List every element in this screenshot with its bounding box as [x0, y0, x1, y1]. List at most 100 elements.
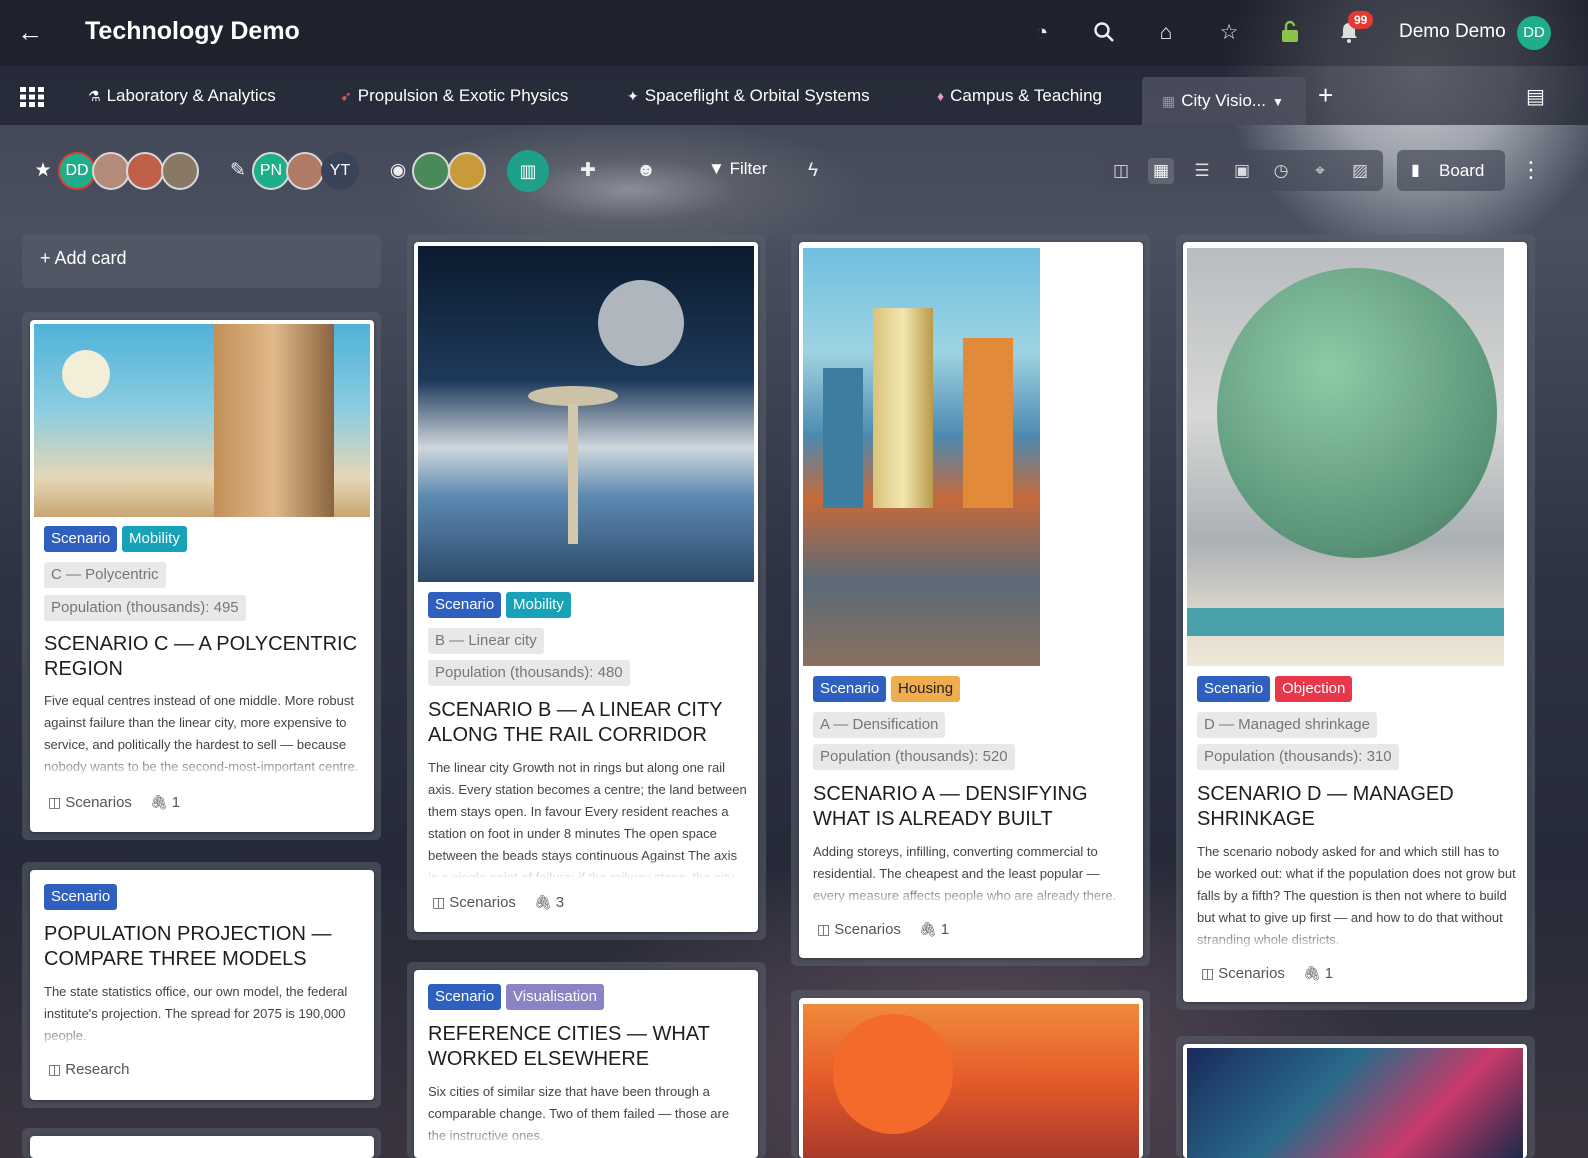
swimlanes-view-icon[interactable]: ◫ [1108, 158, 1134, 184]
list-board-icon: ◫ [817, 921, 831, 937]
admin-avatar-photo[interactable] [161, 152, 199, 190]
paperclip-icon: 🖇 [534, 894, 552, 910]
card-description: The state statistics office, our own mod… [44, 981, 364, 1047]
label-scenario[interactable]: Scenario [813, 676, 887, 702]
card-reference-cities[interactable]: Scenario Visualisation REFERENCE CITIES … [414, 970, 758, 1158]
eye-icon[interactable]: ◉ [385, 158, 411, 184]
card-scenario-d[interactable]: Scenario Objection D — Managed shrinkage… [1183, 242, 1527, 1002]
card-meta: ◫ Scenarios [48, 794, 132, 811]
label-scenario[interactable]: Scenario [44, 526, 118, 552]
filter-icon: ▼ [708, 159, 725, 178]
card-title: REFERENCE CITIES — WHAT WORKED ELSEWHERE [428, 1023, 710, 1070]
tab-spaceflight[interactable]: ✦ Spaceflight & Orbital Systems [627, 66, 870, 125]
list-board-icon: ◫ [432, 894, 446, 910]
attachment-count: 🖇 3 [534, 894, 565, 911]
flask-icon: ⚗ [88, 88, 101, 104]
star-board-icon[interactable]: ★ [30, 158, 56, 184]
custom-field-tag: D — Managed shrinkage [1197, 712, 1377, 738]
back-arrow-icon[interactable]: ← [16, 18, 44, 46]
automation-bolt-icon[interactable]: ϟ [800, 158, 826, 184]
tab-laboratory[interactable]: ⚗ Laboratory & Analytics [88, 66, 276, 125]
card-title: POPULATION PROJECTION — COMPARE THREE MO… [44, 923, 332, 970]
board-view-button[interactable]: ▮ Board [1397, 150, 1505, 191]
label-objection[interactable]: Objection [1275, 676, 1353, 702]
more-options-icon[interactable]: ⋮ [1520, 157, 1542, 183]
label-visualisation[interactable]: Visualisation [506, 984, 604, 1010]
filter-button[interactable]: ▼ Filter [708, 159, 767, 179]
card-partial[interactable] [30, 1136, 374, 1158]
custom-field-tag: Population (thousands): 495 [44, 595, 246, 621]
add-card-button[interactable]: + Add card [40, 248, 127, 269]
label-scenario[interactable]: Scenario [1197, 676, 1271, 702]
add-member-icon[interactable]: ✚ [575, 158, 601, 184]
admin-avatar-photo[interactable] [126, 152, 164, 190]
card-population-projection[interactable]: Scenario POPULATION PROJECTION — COMPARE… [30, 870, 374, 1100]
card-cover-image [1187, 1048, 1523, 1158]
city-icon: ▦ [1162, 93, 1176, 109]
member-avatar-pn[interactable]: PN [252, 152, 290, 190]
member-avatar-yt[interactable]: YT [321, 152, 359, 190]
apps-grid-icon[interactable] [20, 87, 44, 112]
sidebar-toggle-icon[interactable]: ▤ [1526, 84, 1545, 109]
attachment-count: 🖇 1 [919, 921, 950, 938]
label-housing[interactable]: Housing [891, 676, 961, 702]
card-cover-image [803, 248, 1040, 666]
watcher-avatar-photo[interactable] [448, 152, 486, 190]
label-scenario[interactable]: Scenario [44, 884, 118, 910]
map-pin-icon[interactable]: ⌖ [1307, 158, 1333, 184]
card-description: Six cities of similar size that have bee… [428, 1081, 748, 1147]
custom-field-tag: Population (thousands): 520 [813, 744, 1015, 770]
calendar-view-icon[interactable]: ▣ [1229, 158, 1255, 184]
graduation-icon: ♦ [937, 88, 945, 104]
label-mobility[interactable]: Mobility [122, 526, 187, 552]
admin-avatar-photo[interactable] [92, 152, 130, 190]
custom-field-tag: A — Densification [813, 712, 946, 738]
tab-campus[interactable]: ♦ Campus & Teaching [937, 66, 1102, 125]
label-mobility[interactable]: Mobility [506, 592, 571, 618]
gallery-view-icon[interactable]: ▨ [1347, 158, 1373, 184]
list-board-icon: ◫ [48, 794, 62, 810]
search-icon[interactable] [1091, 20, 1117, 46]
paperclip-icon: 🖇 [1303, 965, 1321, 981]
card-description: Five equal centres instead of one middle… [44, 690, 364, 778]
label-scenario[interactable]: Scenario [428, 592, 502, 618]
tab-city-visions[interactable]: ▦ City Visio... ▼ [1142, 77, 1306, 125]
custom-field-tag: B — Linear city [428, 628, 544, 654]
card-description: The linear city Growth not in rings but … [428, 757, 748, 879]
wrench-icon[interactable]: ✎ [225, 158, 251, 184]
star-icon[interactable]: ☆ [1216, 20, 1242, 46]
card-scenario-c[interactable]: Scenario Mobility C — Polycentric Popula… [30, 320, 374, 832]
card-neon-city-image[interactable] [1183, 1044, 1527, 1158]
chevron-down-icon[interactable]: ▼ [1272, 95, 1284, 109]
card-scenario-b[interactable]: Scenario Mobility B — Linear city Popula… [414, 242, 758, 932]
user-avatar[interactable]: DD [1517, 16, 1551, 50]
label-scenario[interactable]: Scenario [428, 984, 502, 1010]
card-description: Adding storeys, infilling, converting co… [813, 841, 1133, 907]
unlock-icon[interactable] [1277, 20, 1303, 46]
card-scenario-a[interactable]: Scenario Housing A — Densification Popul… [799, 242, 1143, 958]
user-name[interactable]: Demo Demo [1399, 21, 1506, 43]
list-board-icon: ◫ [1201, 965, 1215, 981]
timeline-clock-icon[interactable]: ◷ [1268, 158, 1294, 184]
member-avatar-photo[interactable] [286, 152, 324, 190]
team-icon[interactable]: ☻ [633, 158, 659, 184]
card-cover-image [803, 1004, 1139, 1158]
add-tab-plus-icon[interactable]: + [1318, 80, 1333, 111]
card-meta: ◫ Research [48, 1061, 130, 1078]
admin-avatar-dd[interactable]: DD [58, 152, 96, 190]
tab-propulsion[interactable]: ➶ Propulsion & Exotic Physics [340, 66, 568, 125]
notification-count-badge: 99 [1348, 11, 1374, 29]
rocket-icon: ➶ [340, 88, 352, 104]
page-title: Technology Demo [85, 17, 300, 45]
card-sunset-image[interactable] [799, 998, 1143, 1158]
card-cover-image [418, 246, 754, 582]
card-cover-image [1187, 248, 1504, 666]
archive-icon[interactable]: ⌂ [1153, 20, 1179, 46]
dashboard-gauge-icon[interactable]: ◔ [1029, 20, 1055, 46]
building-icon[interactable]: ▥ [507, 150, 549, 192]
watcher-avatar-photo[interactable] [412, 152, 450, 190]
list-view-icon[interactable]: ☰ [1189, 158, 1215, 184]
card-title: SCENARIO A — DENSIFYING WHAT IS ALREADY … [813, 783, 1088, 830]
board-view-icon[interactable]: ▦ [1148, 158, 1174, 184]
card-description: The scenario nobody asked for and which … [1197, 841, 1517, 951]
